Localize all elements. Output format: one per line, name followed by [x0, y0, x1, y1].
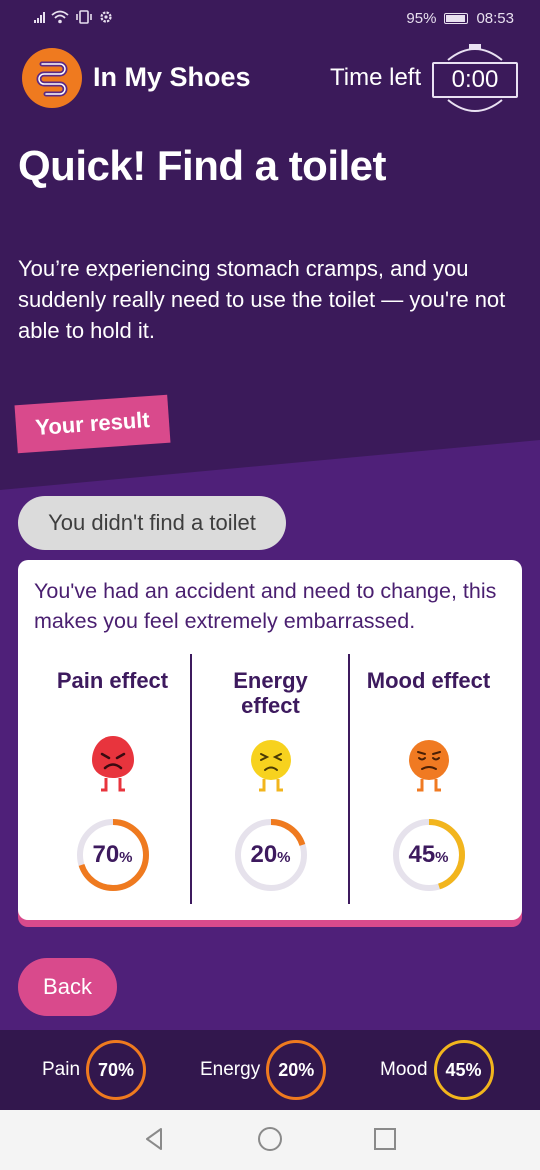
result-message: You've had an accident and need to chang… [34, 579, 497, 633]
energy-stat-badge: 20% [266, 1040, 327, 1100]
result-card: You've had an accident and need to chang… [18, 560, 522, 920]
status-icons-right: 95% 08:53 [406, 10, 514, 27]
mood-stat: Mood 45% [380, 1040, 494, 1100]
home-circle-icon[interactable] [257, 1126, 283, 1152]
tired-face-icon [250, 740, 291, 792]
recents-square-icon[interactable] [373, 1126, 397, 1152]
back-triangle-icon[interactable] [143, 1126, 165, 1152]
signal-icon [34, 11, 45, 23]
mood-effect-ring: 45% [390, 816, 468, 894]
choice-pill: You didn't find a toilet [18, 496, 286, 550]
mood-stat-badge: 45% [433, 1040, 494, 1100]
system-navigation-bar [0, 1110, 540, 1170]
page-title: Quick! Find a toilet [18, 142, 387, 189]
mood-effect-title: Mood effect [366, 668, 491, 693]
back-button[interactable]: Back [18, 958, 117, 1016]
scenario-description: You’re experiencing stomach cramps, and … [18, 256, 506, 343]
countdown-timer: 0:00 [432, 62, 518, 98]
pain-effect-column: Pain effect 70% [34, 656, 191, 906]
pain-stat-badge: 70% [86, 1040, 147, 1100]
energy-stat: Energy 20% [200, 1040, 327, 1100]
battery-percent: 95% [406, 10, 437, 27]
status-bar: 95% 08:53 [0, 0, 540, 38]
mood-stat-label: Mood [380, 1059, 428, 1080]
clock: 08:53 [476, 10, 514, 27]
pain-stat-label: Pain [42, 1059, 81, 1080]
status-icons-left [34, 10, 113, 24]
mood-effect-column: Mood effect 45% [350, 656, 507, 906]
angry-face-icon [91, 736, 134, 792]
mood-effect-value: 45% [408, 841, 449, 868]
battery-icon [444, 13, 469, 24]
energy-effect-title: Energy effect [233, 668, 308, 718]
energy-effect-column: Energy effect 20% [192, 656, 349, 906]
time-left-label: Time left [330, 64, 422, 91]
stats-footer: Pain 70% Energy 20% Mood 45% [0, 1030, 540, 1110]
energy-effect-ring: 20% [232, 816, 310, 894]
pain-effect-value: 70% [92, 841, 133, 868]
wifi-icon [51, 10, 69, 24]
logo-icon [22, 48, 82, 108]
pain-effect-title: Pain effect [56, 668, 169, 693]
vibrate-icon [76, 10, 92, 24]
sad-face-icon [408, 740, 449, 792]
brand-name: In My Shoes [93, 62, 251, 92]
settings-icon [100, 11, 112, 23]
energy-effect-value: 20% [250, 841, 291, 868]
pain-stat: Pain 70% [42, 1040, 147, 1100]
pain-effect-ring: 70% [74, 816, 152, 894]
energy-stat-label: Energy [200, 1059, 261, 1080]
